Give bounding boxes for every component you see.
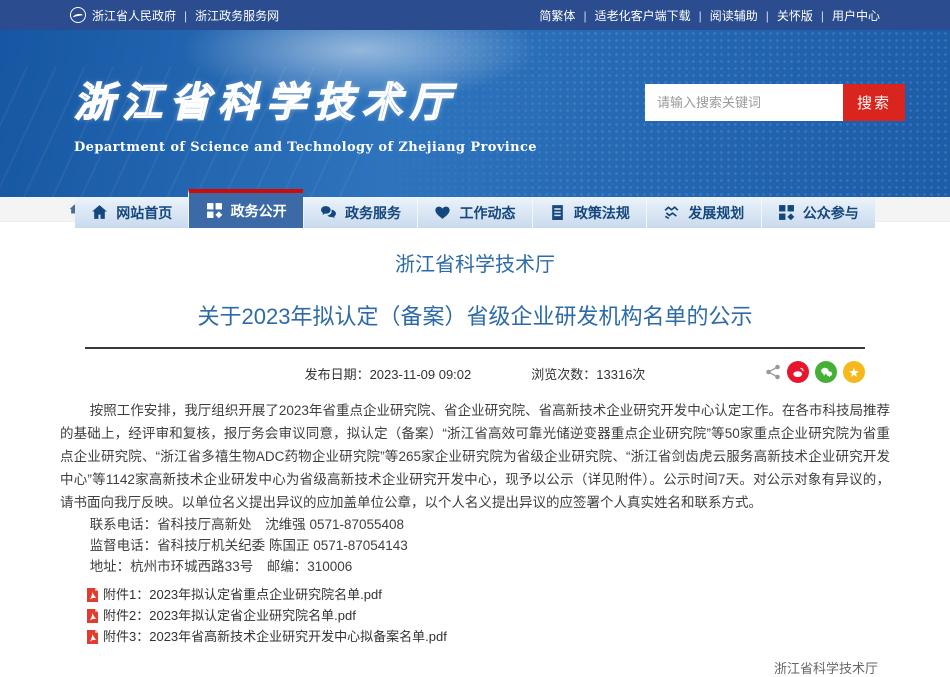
- handshake-icon: [663, 204, 680, 221]
- site-title-english: Department of Science and Technology of …: [74, 140, 537, 155]
- qzone-share-button[interactable]: ★: [843, 361, 865, 383]
- view-count: 浏览次数：13316次: [531, 364, 645, 383]
- supervision-phone-line: 监督电话：省科技厅机关纪委 陈国正 0571-87054143: [60, 535, 890, 556]
- wechat-share-button[interactable]: [815, 361, 837, 383]
- share-icon[interactable]: [765, 364, 781, 380]
- attachment-name: 附件3：2023年省高新技术企业研究开发中心拟备案名单.pdf: [103, 626, 447, 647]
- document-icon: [549, 204, 566, 221]
- attachment-link-3[interactable]: 附件3：2023年省高新技术企业研究开发中心拟备案名单.pdf: [60, 626, 890, 647]
- article-signature: 浙江省科学技术厅: [60, 658, 890, 677]
- link-elderly-client-download[interactable]: 适老化客户端下载: [575, 7, 690, 24]
- publish-date-value: 2023-11-09 09:02: [370, 367, 472, 382]
- link-simplified-traditional[interactable]: 简繁体: [539, 7, 575, 24]
- link-provincial-government[interactable]: 浙江省人民政府: [92, 7, 176, 24]
- search-button[interactable]: 搜索: [843, 84, 905, 121]
- nav-item-gov-services[interactable]: 政务服务: [303, 197, 417, 228]
- nav-item-home[interactable]: 网站首页: [75, 197, 188, 228]
- site-logo[interactable]: 浙江省科学技术厅 Department of Science and Techn…: [74, 70, 537, 155]
- nav-label: 网站首页: [116, 203, 172, 223]
- publish-date-label: 发布日期：: [305, 367, 370, 382]
- nav-label: 政务服务: [345, 203, 401, 223]
- title-divider: [85, 347, 865, 349]
- utility-links: 简繁体 适老化客户端下载 阅读辅助 关怀版 用户中心: [539, 7, 880, 24]
- publish-date: 发布日期：2023-11-09 09:02: [305, 364, 472, 383]
- pdf-icon: [86, 630, 99, 644]
- attachment-name: 附件1：2023年拟认定省重点企业研究院名单.pdf: [103, 584, 382, 605]
- star-icon: ★: [848, 366, 860, 379]
- weibo-share-button[interactable]: [787, 361, 809, 383]
- header-banner: 浙江省科学技术厅 Department of Science and Techn…: [0, 30, 950, 197]
- site-title-calligraphy: 浙江省科学技术厅: [74, 70, 537, 128]
- link-gov-service-site[interactable]: 浙江政务服务网: [176, 7, 279, 24]
- nav-label: 公众参与: [803, 203, 859, 223]
- wechat-icon: [820, 366, 833, 379]
- article-body-paragraph: 按照工作安排，我厅组织开展了2023年省重点企业研究院、省企业研究院、省高新技术…: [60, 399, 890, 514]
- nav-label: 政策法规: [574, 203, 630, 223]
- pdf-icon: [86, 609, 99, 623]
- nav-item-public-participation[interactable]: 公众参与: [761, 197, 875, 228]
- article-title-line1: 浙江省科学技术厅: [60, 248, 890, 277]
- nav-item-development-plans[interactable]: 发展规划: [646, 197, 760, 228]
- nav-item-policies[interactable]: 政策法规: [532, 197, 646, 228]
- attachment-link-1[interactable]: 附件1：2023年拟认定省重点企业研究院名单.pdf: [60, 584, 890, 605]
- view-count-label: 浏览次数：: [531, 367, 596, 382]
- article-content: 浙江省科学技术厅 关于2023年拟认定（备案）省级企业研发机构名单的公示 发布日…: [0, 248, 950, 677]
- address-line: 地址：杭州市环城西路33号 邮编：310006: [60, 556, 890, 577]
- nav-label: 政务公开: [231, 201, 287, 221]
- link-care-version[interactable]: 关怀版: [758, 7, 813, 24]
- chat-bubbles-icon: [320, 204, 337, 221]
- link-reading-assist[interactable]: 阅读辅助: [691, 7, 758, 24]
- top-utility-bar: 浙江省人民政府 浙江政务服务网 简繁体 适老化客户端下载 阅读辅助 关怀版 用户…: [0, 0, 950, 30]
- search-input[interactable]: [645, 84, 843, 121]
- gov-links: 浙江省人民政府 浙江政务服务网: [70, 7, 279, 24]
- attachment-list: 附件1：2023年拟认定省重点企业研究院名单.pdf 附件2：2023年拟认定省…: [60, 584, 890, 647]
- contact-phone-line: 联系电话：省科技厅高新处 沈维强 0571-87055408: [60, 514, 890, 535]
- grid-icon: [206, 202, 223, 219]
- attachment-name: 附件2：2023年拟认定省企业研究院名单.pdf: [103, 605, 356, 626]
- home-icon: [91, 204, 108, 221]
- main-navigation: 网站首页 政务公开 政务服务 工作动态 政策法规 发展规划: [75, 185, 875, 228]
- participation-icon: [778, 204, 795, 221]
- pdf-icon: [86, 588, 99, 602]
- link-user-center[interactable]: 用户中心: [813, 7, 880, 24]
- article-meta-row: 发布日期：2023-11-09 09:02 浏览次数：13316次: [60, 360, 890, 386]
- share-buttons: ★: [765, 361, 865, 383]
- nav-item-gov-disclosure[interactable]: 政务公开: [188, 189, 302, 228]
- view-count-value: 13316次: [596, 367, 645, 382]
- zhejiang-gov-logo-icon: [70, 7, 86, 23]
- article-title-line2: 关于2023年拟认定（备案）省级企业研发机构名单的公示: [60, 299, 890, 331]
- nav-label: 发展规划: [688, 203, 744, 223]
- heart-icon: [434, 204, 451, 221]
- site-search: 搜索: [645, 84, 905, 121]
- attachment-link-2[interactable]: 附件2：2023年拟认定省企业研究院名单.pdf: [60, 605, 890, 626]
- nav-item-work-updates[interactable]: 工作动态: [417, 197, 531, 228]
- nav-label: 工作动态: [459, 203, 515, 223]
- weibo-icon: [792, 366, 805, 379]
